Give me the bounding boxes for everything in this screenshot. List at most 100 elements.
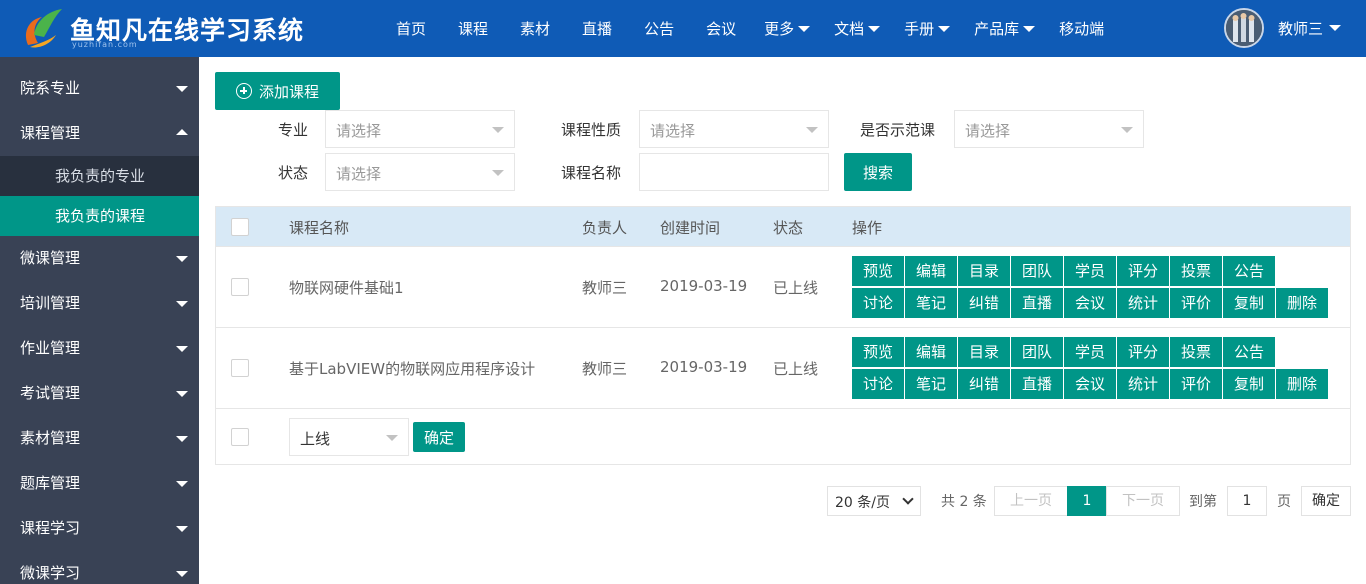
live-button[interactable]: 直播 [1011, 288, 1064, 318]
sidebar-item-homework-management[interactable]: 作业管理 [0, 326, 199, 371]
top-header: 鱼知凡在线学习系统 yuzhifan.com 首页 课程 素材 直播 公告 会议… [0, 0, 1366, 57]
user-menu[interactable]: 教师三 [1224, 8, 1342, 48]
statistics-button[interactable]: 统计 [1117, 288, 1170, 318]
errata-button[interactable]: 纠错 [958, 288, 1011, 318]
students-button[interactable]: 学员 [1064, 337, 1117, 367]
nav-item-home[interactable]: 首页 [380, 0, 442, 57]
status-filter-label: 状态 [278, 164, 309, 182]
course-name-cell[interactable]: 基于LabVIEW的物联网应用程序设计 [289, 358, 535, 379]
sidebar-item-course-management[interactable]: 课程管理 [0, 111, 199, 156]
nav-item-live[interactable]: 直播 [566, 0, 628, 57]
vote-button[interactable]: 投票 [1170, 256, 1223, 286]
caret-down-icon [806, 127, 818, 133]
sidebar-item-microcourse-management[interactable]: 微课管理 [0, 236, 199, 281]
meeting-button[interactable]: 会议 [1064, 288, 1117, 318]
sidebar-item-training-management[interactable]: 培训管理 [0, 281, 199, 326]
catalog-button[interactable]: 目录 [958, 337, 1011, 367]
caret-down-icon [1023, 25, 1036, 32]
nature-select[interactable]: 请选择 [639, 110, 829, 148]
sidebar-item-departments[interactable]: 院系专业 [0, 66, 199, 111]
notes-button[interactable]: 笔记 [905, 288, 958, 318]
nav-item-mobile[interactable]: 移动端 [1047, 0, 1116, 57]
preview-button[interactable]: 预览 [852, 256, 905, 286]
students-button[interactable]: 学员 [1064, 256, 1117, 286]
delete-button[interactable]: 删除 [1276, 369, 1329, 399]
course-name-cell[interactable]: 物联网硬件基础1 [289, 277, 404, 298]
major-select[interactable]: 请选择 [325, 110, 515, 148]
meeting-button[interactable]: 会议 [1064, 369, 1117, 399]
batch-checkbox[interactable] [231, 428, 249, 446]
table-row: 物联网硬件基础1 教师三 2019-03-19 已上线 预览 编辑 目录 团队 … [216, 246, 1350, 327]
sidebar-item-microcourse-study[interactable]: 微课学习 [0, 551, 199, 584]
caret-down-icon [938, 25, 951, 32]
chevron-down-icon [902, 493, 914, 505]
grading-button[interactable]: 评分 [1117, 256, 1170, 286]
sidebar-subitem-label: 我负责的专业 [55, 167, 146, 185]
sidebar-subitem-my-majors[interactable]: 我负责的专业 [0, 156, 199, 196]
goto-confirm-button[interactable]: 确定 [1301, 486, 1351, 516]
discussion-button[interactable]: 讨论 [852, 369, 905, 399]
sidebar-item-material-management[interactable]: 素材管理 [0, 416, 199, 461]
caret-up-icon [176, 129, 188, 135]
batch-confirm-button[interactable]: 确定 [413, 422, 465, 452]
nav-item-more[interactable]: 更多 [752, 0, 822, 57]
prev-page-button[interactable]: 上一页 [994, 486, 1068, 516]
nav-item-products[interactable]: 产品库 [962, 0, 1047, 57]
course-table: 课程名称 负责人 创建时间 状态 操作 物联网硬件基础1 教师三 2019-03… [215, 206, 1351, 465]
edit-button[interactable]: 编辑 [905, 256, 958, 286]
search-button[interactable]: 搜索 [844, 153, 912, 191]
app-logo[interactable]: 鱼知凡在线学习系统 yuzhifan.com [20, 5, 310, 51]
sidebar-item-exam-management[interactable]: 考试管理 [0, 371, 199, 416]
select-all-checkbox[interactable] [231, 218, 249, 236]
next-page-button[interactable]: 下一页 [1106, 486, 1180, 516]
nav-item-courses[interactable]: 课程 [442, 0, 504, 57]
current-page-button[interactable]: 1 [1067, 486, 1107, 516]
course-name-input[interactable] [639, 153, 829, 191]
status-select[interactable]: 请选择 [325, 153, 515, 191]
grading-button[interactable]: 评分 [1117, 337, 1170, 367]
discussion-button[interactable]: 讨论 [852, 288, 905, 318]
sidebar-item-label: 微课学习 [20, 564, 81, 582]
per-page-select[interactable]: 20 条/页 [827, 486, 921, 516]
errata-button[interactable]: 纠错 [958, 369, 1011, 399]
notes-button[interactable]: 笔记 [905, 369, 958, 399]
delete-button[interactable]: 删除 [1276, 288, 1329, 318]
review-button[interactable]: 评价 [1170, 369, 1223, 399]
add-course-button[interactable]: 添加课程 [215, 72, 340, 110]
team-button[interactable]: 团队 [1011, 256, 1064, 286]
sidebar-item-question-bank[interactable]: 题库管理 [0, 461, 199, 506]
goto-label: 到第 [1189, 494, 1217, 510]
nav-item-manual[interactable]: 手册 [892, 0, 962, 57]
sidebar: 院系专业 课程管理 我负责的专业 我负责的课程 微课管理 培训管理 作业管理 考… [0, 57, 199, 584]
course-name-filter-label: 课程名称 [561, 164, 622, 182]
live-button[interactable]: 直播 [1011, 369, 1064, 399]
copy-button[interactable]: 复制 [1223, 369, 1276, 399]
owner-cell: 教师三 [582, 360, 628, 378]
notice-button[interactable]: 公告 [1223, 337, 1276, 367]
team-button[interactable]: 团队 [1011, 337, 1064, 367]
caret-down-icon [492, 127, 504, 133]
review-button[interactable]: 评价 [1170, 288, 1223, 318]
nature-filter-label: 课程性质 [561, 121, 622, 139]
sidebar-item-label: 课程管理 [20, 124, 81, 142]
sidebar-item-course-study[interactable]: 课程学习 [0, 506, 199, 551]
copy-button[interactable]: 复制 [1223, 288, 1276, 318]
batch-status-select[interactable]: 上线 [289, 418, 409, 456]
row-checkbox[interactable] [231, 359, 249, 377]
sidebar-item-label: 培训管理 [20, 294, 81, 312]
preview-button[interactable]: 预览 [852, 337, 905, 367]
statistics-button[interactable]: 统计 [1117, 369, 1170, 399]
vote-button[interactable]: 投票 [1170, 337, 1223, 367]
nav-item-docs[interactable]: 文档 [822, 0, 892, 57]
row-checkbox[interactable] [231, 278, 249, 296]
column-header-owner: 负责人 [582, 219, 628, 237]
sidebar-subitem-my-courses[interactable]: 我负责的课程 [0, 196, 199, 236]
edit-button[interactable]: 编辑 [905, 337, 958, 367]
goto-page-input[interactable]: 1 [1227, 486, 1267, 516]
catalog-button[interactable]: 目录 [958, 256, 1011, 286]
notice-button[interactable]: 公告 [1223, 256, 1276, 286]
demo-select[interactable]: 请选择 [954, 110, 1144, 148]
nav-item-materials[interactable]: 素材 [504, 0, 566, 57]
nav-item-meetings[interactable]: 会议 [690, 0, 752, 57]
nav-item-notices[interactable]: 公告 [628, 0, 690, 57]
